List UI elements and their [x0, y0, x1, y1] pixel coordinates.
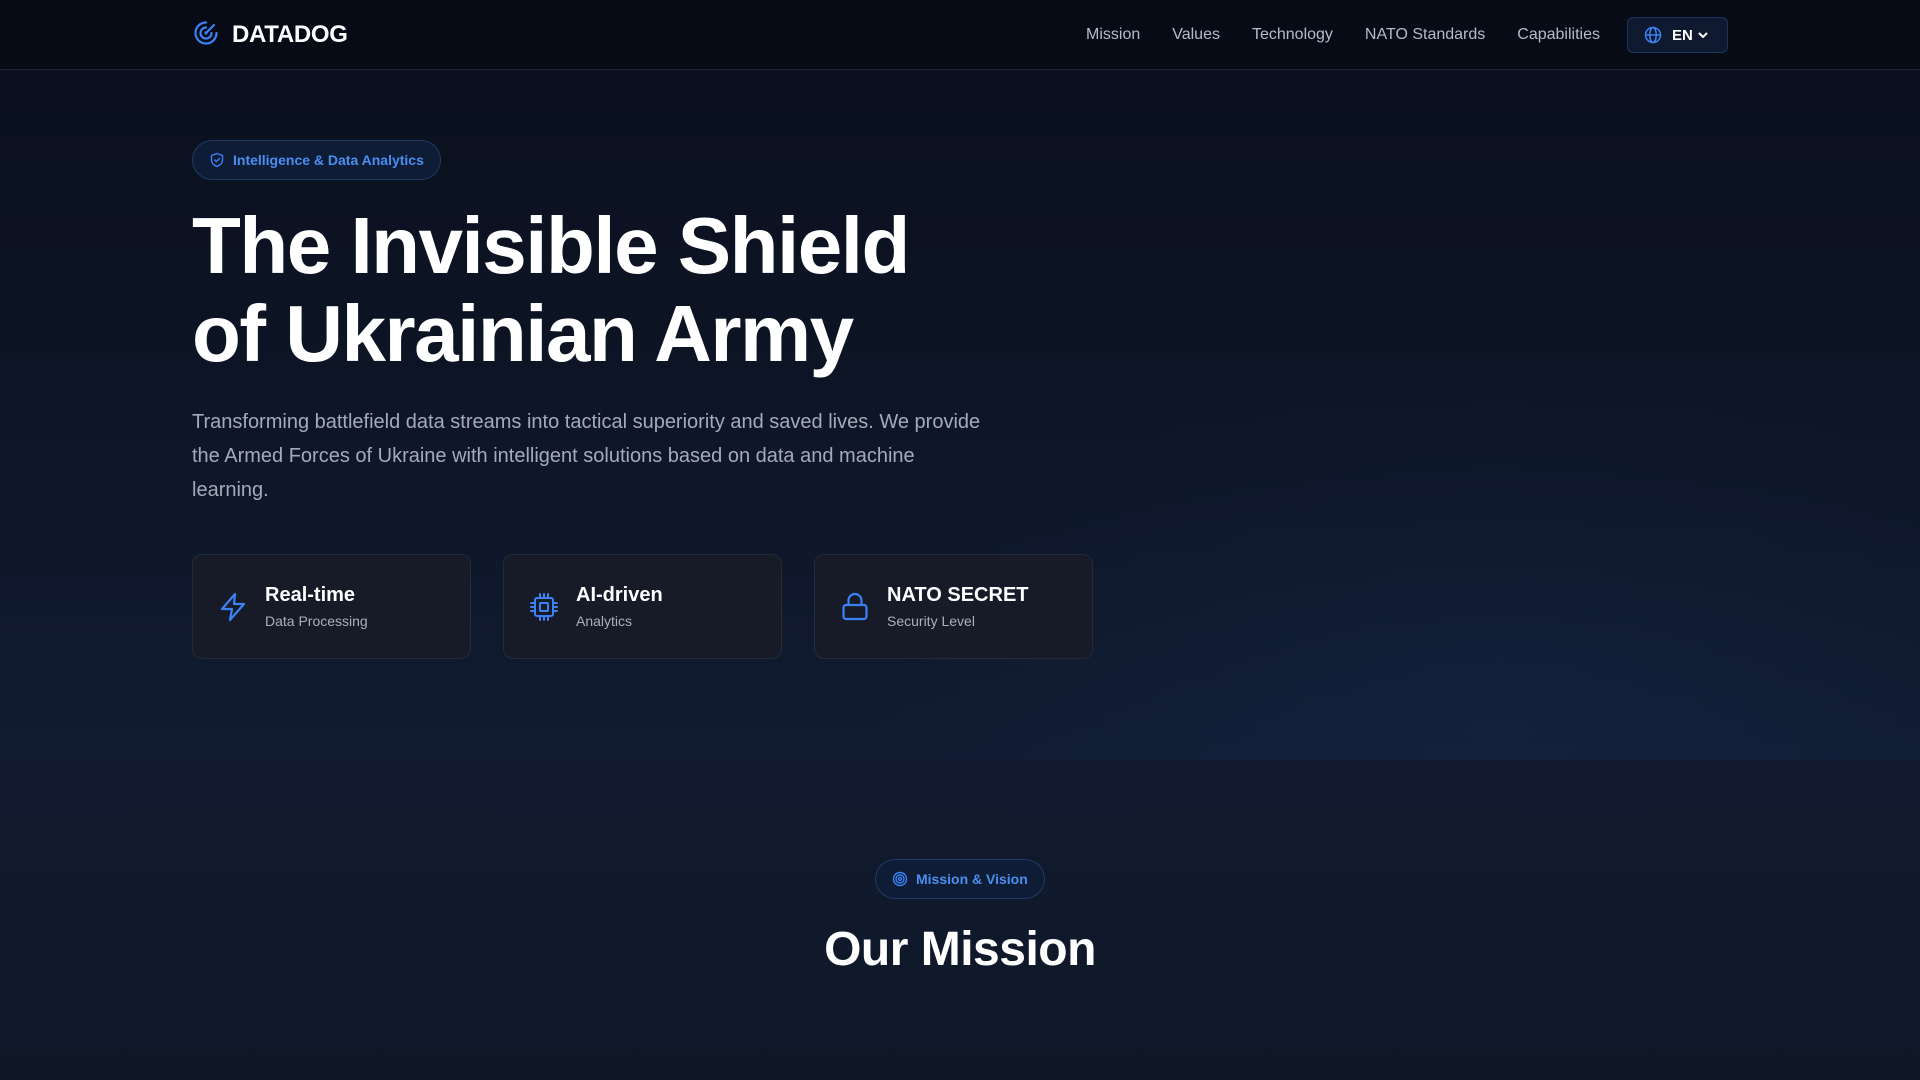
globe-icon — [1644, 26, 1662, 44]
hero-title-line-2: of Ukrainian Army — [192, 289, 854, 378]
mission-badge: Mission & Vision — [875, 859, 1045, 899]
brand-name: DATADOG — [232, 21, 348, 48]
brand-logo-link[interactable]: DATADOG — [192, 18, 348, 52]
hero-badge: Intelligence & Data Analytics — [192, 140, 441, 180]
hero-title-line-1: The Invisible Shield — [192, 201, 910, 290]
feature-card-title: NATO SECRET — [887, 584, 1029, 606]
page: DATADOG Mission Values Technology NATO S… — [0, 0, 1920, 1080]
nav-link-nato-standards[interactable]: NATO Standards — [1365, 26, 1485, 44]
lightning-icon — [217, 591, 249, 623]
shield-check-icon — [210, 152, 224, 168]
feature-card-subtitle: Analytics — [576, 613, 633, 629]
main-nav: Mission Values Technology NATO Standards… — [1086, 0, 1600, 70]
feature-card-ai-driven: AI-driven Analytics — [503, 554, 782, 659]
nav-link-technology[interactable]: Technology — [1252, 26, 1333, 44]
language-label: EN — [1672, 26, 1693, 44]
hero-title: The Invisible Shield of Ukrainian Army — [192, 202, 1092, 378]
feature-cards: Real-time Data Processing AI-driven Anal… — [192, 554, 1093, 659]
feature-card-subtitle: Security Level — [887, 613, 975, 629]
feature-card-subtitle: Data Processing — [265, 613, 368, 629]
feature-card-nato-secret: NATO SECRET Security Level — [814, 554, 1093, 659]
radar-logo-icon — [192, 19, 220, 52]
hero-description: Transforming battlefield data streams in… — [192, 411, 981, 501]
nav-link-values[interactable]: Values — [1172, 26, 1220, 44]
cpu-chip-icon — [528, 591, 560, 623]
language-selector-button[interactable]: EN — [1627, 17, 1728, 53]
nav-link-mission[interactable]: Mission — [1086, 26, 1140, 44]
mission-section-title: Our Mission — [824, 923, 1096, 976]
hero-badge-label: Intelligence & Data Analytics — [233, 152, 424, 168]
mission-badge-label: Mission & Vision — [916, 871, 1028, 887]
nav-link-capabilities[interactable]: Capabilities — [1517, 26, 1600, 44]
lock-icon — [839, 591, 871, 623]
feature-card-title: Real-time — [265, 584, 356, 606]
feature-card-real-time: Real-time Data Processing — [192, 554, 471, 659]
target-icon — [892, 871, 908, 887]
feature-card-title: AI-driven — [576, 584, 663, 606]
top-navigation-bar: DATADOG Mission Values Technology NATO S… — [0, 0, 1920, 70]
chevron-down-icon — [1698, 32, 1708, 38]
